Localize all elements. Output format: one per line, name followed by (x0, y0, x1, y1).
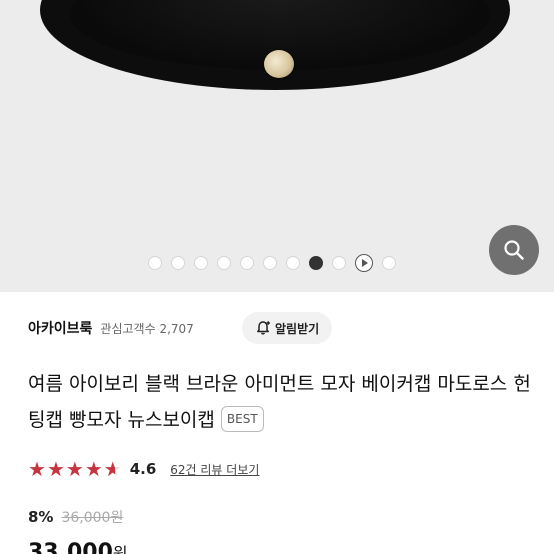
gallery-dot[interactable] (332, 256, 346, 270)
search-icon (504, 240, 524, 260)
gallery-dot[interactable] (382, 256, 396, 270)
original-price: 36,000원 (61, 510, 124, 526)
gallery-dot[interactable] (263, 256, 277, 270)
discount-rate: 8% (28, 508, 54, 526)
rating-value: 4.6 (129, 460, 157, 478)
shop-name[interactable]: 아카이브룩 (28, 318, 92, 338)
gallery-dot[interactable] (240, 256, 254, 270)
gallery-dot[interactable] (217, 256, 231, 270)
gallery-video-dot[interactable] (355, 254, 373, 272)
gallery-pagination (148, 254, 396, 272)
reviews-link[interactable]: 62건 리뷰 더보기 (170, 461, 259, 478)
alarm-button-label: 알림받기 (275, 321, 320, 336)
star-icon: ★ (84, 457, 103, 481)
gallery-dot[interactable] (194, 256, 208, 270)
star-icon: ★ (46, 457, 65, 481)
gallery-dot-active[interactable] (309, 256, 323, 270)
followers-count: 관심고객수 2,707 (100, 320, 193, 337)
product-photo-hat-button (264, 50, 294, 78)
zoom-button[interactable] (489, 225, 539, 275)
star-icon: ★ (65, 457, 84, 481)
price-row: 8% 36,000원 (28, 507, 123, 529)
product-image-gallery[interactable] (0, 0, 554, 292)
alarm-subscribe-button[interactable]: 알림받기 (242, 312, 333, 344)
sale-price: 33,000원 (28, 540, 128, 554)
best-badge: BEST (220, 405, 264, 432)
rating-stars: ★ ★ ★ ★ ★ (28, 459, 122, 479)
sale-price-unit: 원 (112, 544, 128, 554)
sale-price-value: 33,000 (28, 540, 113, 554)
star-half-icon: ★ (103, 457, 122, 481)
shop-info: 아카이브룩 관심고객수 2,707 알림받기 (28, 312, 528, 344)
gallery-dot[interactable] (148, 256, 162, 270)
followers-label: 관심고객수 (100, 321, 156, 336)
product-title: 여름 아이보리 블랙 브라운 아미먼트 모자 베이커캡 마도로스 헌팅캡 빵모자… (28, 366, 538, 438)
rating-row: ★ ★ ★ ★ ★ 4.6 62건 리뷰 더보기 (28, 458, 259, 480)
bell-plus-icon (257, 321, 270, 335)
star-icon: ★ (28, 457, 46, 481)
play-icon (362, 259, 368, 267)
gallery-dot[interactable] (286, 256, 300, 270)
gallery-dot[interactable] (171, 256, 185, 270)
product-title-text: 여름 아이보리 블랙 브라운 아미먼트 모자 베이커캡 마도로스 헌팅캡 빵모자… (28, 373, 531, 431)
followers-number: 2,707 (159, 321, 194, 336)
